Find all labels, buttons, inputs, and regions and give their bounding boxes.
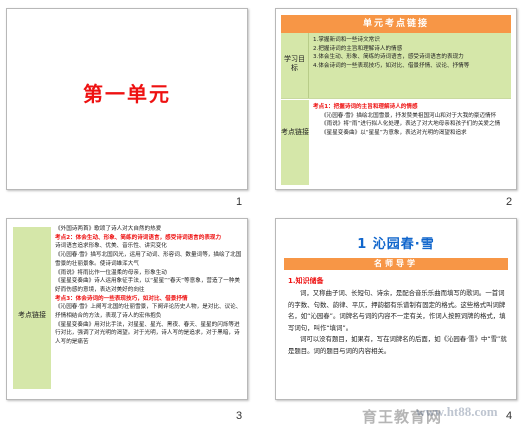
- table-row-exam-points: 考点链接 考点1：把握诗词的主旨和理解诗人的情感 《沁园春·雪》描绘北国雪景，抒…: [281, 100, 511, 185]
- slide-number-3: 3: [236, 410, 243, 422]
- exam-point-line: 《星星变奏曲》以“星星”为意象，表达对光明的渴望和追求: [321, 129, 467, 136]
- side-label: 考点链接: [18, 311, 46, 319]
- body-line: 《外国诗两首》歌颂了诗人对大自然的热爱: [55, 226, 162, 232]
- slide-4-body: 词，又称曲子词、长短句、诗余，是配合音乐乐曲而填写的歌词。一首词的字数、句数、韵…: [288, 288, 510, 357]
- side-label-column: 考点链接: [13, 227, 51, 389]
- paragraph: 词可以没有题目，如果有，写在词牌名的后面，如《沁园春·雪》中“雪”就是题目。词的…: [288, 335, 507, 355]
- slide-number-2: 2: [506, 196, 513, 208]
- lesson-title: 1 沁园春·雪: [357, 237, 435, 252]
- exam-point-line: 《雨说》将“雨”进行拟人化处理，表达了对大地母亲和孩子们的关爱之情: [321, 121, 501, 128]
- exam-point-heading: 考点3：体会诗词的一些表现技巧，如对比、借景抒情: [55, 295, 188, 302]
- body-line: 《沁园春·雪》描写北国风光，运用了动词、形容词、数量词等，描绘了北国雪景的壮丽景…: [55, 252, 242, 267]
- slide-number-4: 4: [506, 410, 513, 422]
- body-line: 《星星变奏曲》诗人运用象征手法，以“星星”“春天”等意象，营造了一种美好而伤感的…: [55, 278, 240, 293]
- body-line: 《雨说》将雨比作一位温柔的母亲，形象生动: [55, 269, 167, 276]
- slide-1-thumbnail[interactable]: 第一单元: [6, 8, 248, 190]
- row-label-objectives: 学习目标: [281, 33, 309, 98]
- section-subheading: 1.知识储备: [288, 277, 324, 285]
- watermark-url: www.ht88.com: [416, 404, 498, 419]
- objective-line: 2.把握诗词的主旨和理解诗人的情感: [313, 45, 403, 52]
- table-header: 单元考点链接: [281, 15, 511, 33]
- table-row-objectives: 学习目标 1.掌握新词和一些诗文常识 2.把握诗词的主旨和理解诗人的情感 3.体…: [281, 33, 511, 99]
- exam-point-heading: 考点2：体会生动、形象、简练的诗词语言，感受诗词语言的表现力: [55, 234, 222, 241]
- body-line: 诗词语言追求形象、优美、音乐性、讲究变化: [55, 243, 167, 250]
- body-line: 《星星变奏曲》用对比手法，对星星、星光、黑夜、春天、星星的闪烁等进行对比，强调了…: [55, 321, 240, 346]
- slide-3-body: 《外国诗两首》歌颂了诗人对大自然的热爱 考点2：体会生动、形象、简练的诗词语言，…: [55, 225, 243, 389]
- slide-2-thumbnail[interactable]: 单元考点链接 学习目标 1.掌握新词和一些诗文常识 2.把握诗词的主旨和理解诗人…: [275, 8, 517, 190]
- slide-1-title: 第一单元: [83, 82, 171, 106]
- row-label-exam-points: 考点链接: [281, 100, 309, 185]
- exam-point-heading: 考点1：把握诗词的主旨和理解诗人的情感: [313, 104, 418, 110]
- paragraph: 词，又称曲子词、长短句、诗余，是配合音乐乐曲而填写的歌词。一首词的字数、句数、韵…: [288, 289, 506, 332]
- objective-line: 3.体会生动、形象、简练的诗词语言，感受诗词语言的表现力: [313, 54, 464, 61]
- body-line: 《沁园春·雪》上阕写北国的壮丽雪景，下阕评论历史人物，是对比、议论、抒情相结合的…: [55, 304, 242, 320]
- slide-3-thumbnail[interactable]: 考点链接 《外国诗两首》歌颂了诗人对大自然的热爱 考点2：体会生动、形象、简练的…: [6, 218, 248, 400]
- slide-4-thumbnail[interactable]: 1 沁园春·雪 名师导学 1.知识储备 词，又称曲子词、长短句、诗余，是配合音乐…: [275, 218, 517, 400]
- exam-points-text: 考点1：把握诗词的主旨和理解诗人的情感 《沁园春·雪》描绘北国雪景，抒发赞美祖国…: [313, 103, 509, 138]
- objectives-text: 1.掌握新词和一些诗文常识 2.把握诗词的主旨和理解诗人的情感 3.体会生动、形…: [313, 36, 509, 70]
- section-band: 名师导学: [284, 258, 508, 270]
- exam-point-line: 《沁园春·雪》描绘北国雪景，抒发赞美祖国河山和对于大我的豪迈情怀: [321, 112, 497, 119]
- objective-line: 1.掌握新词和一些诗文常识: [313, 37, 380, 43]
- slide-number-1: 1: [236, 196, 243, 208]
- objective-line: 4.体会诗词的一些表现技巧，如对比、借景抒情、议论、抒情等: [313, 62, 470, 69]
